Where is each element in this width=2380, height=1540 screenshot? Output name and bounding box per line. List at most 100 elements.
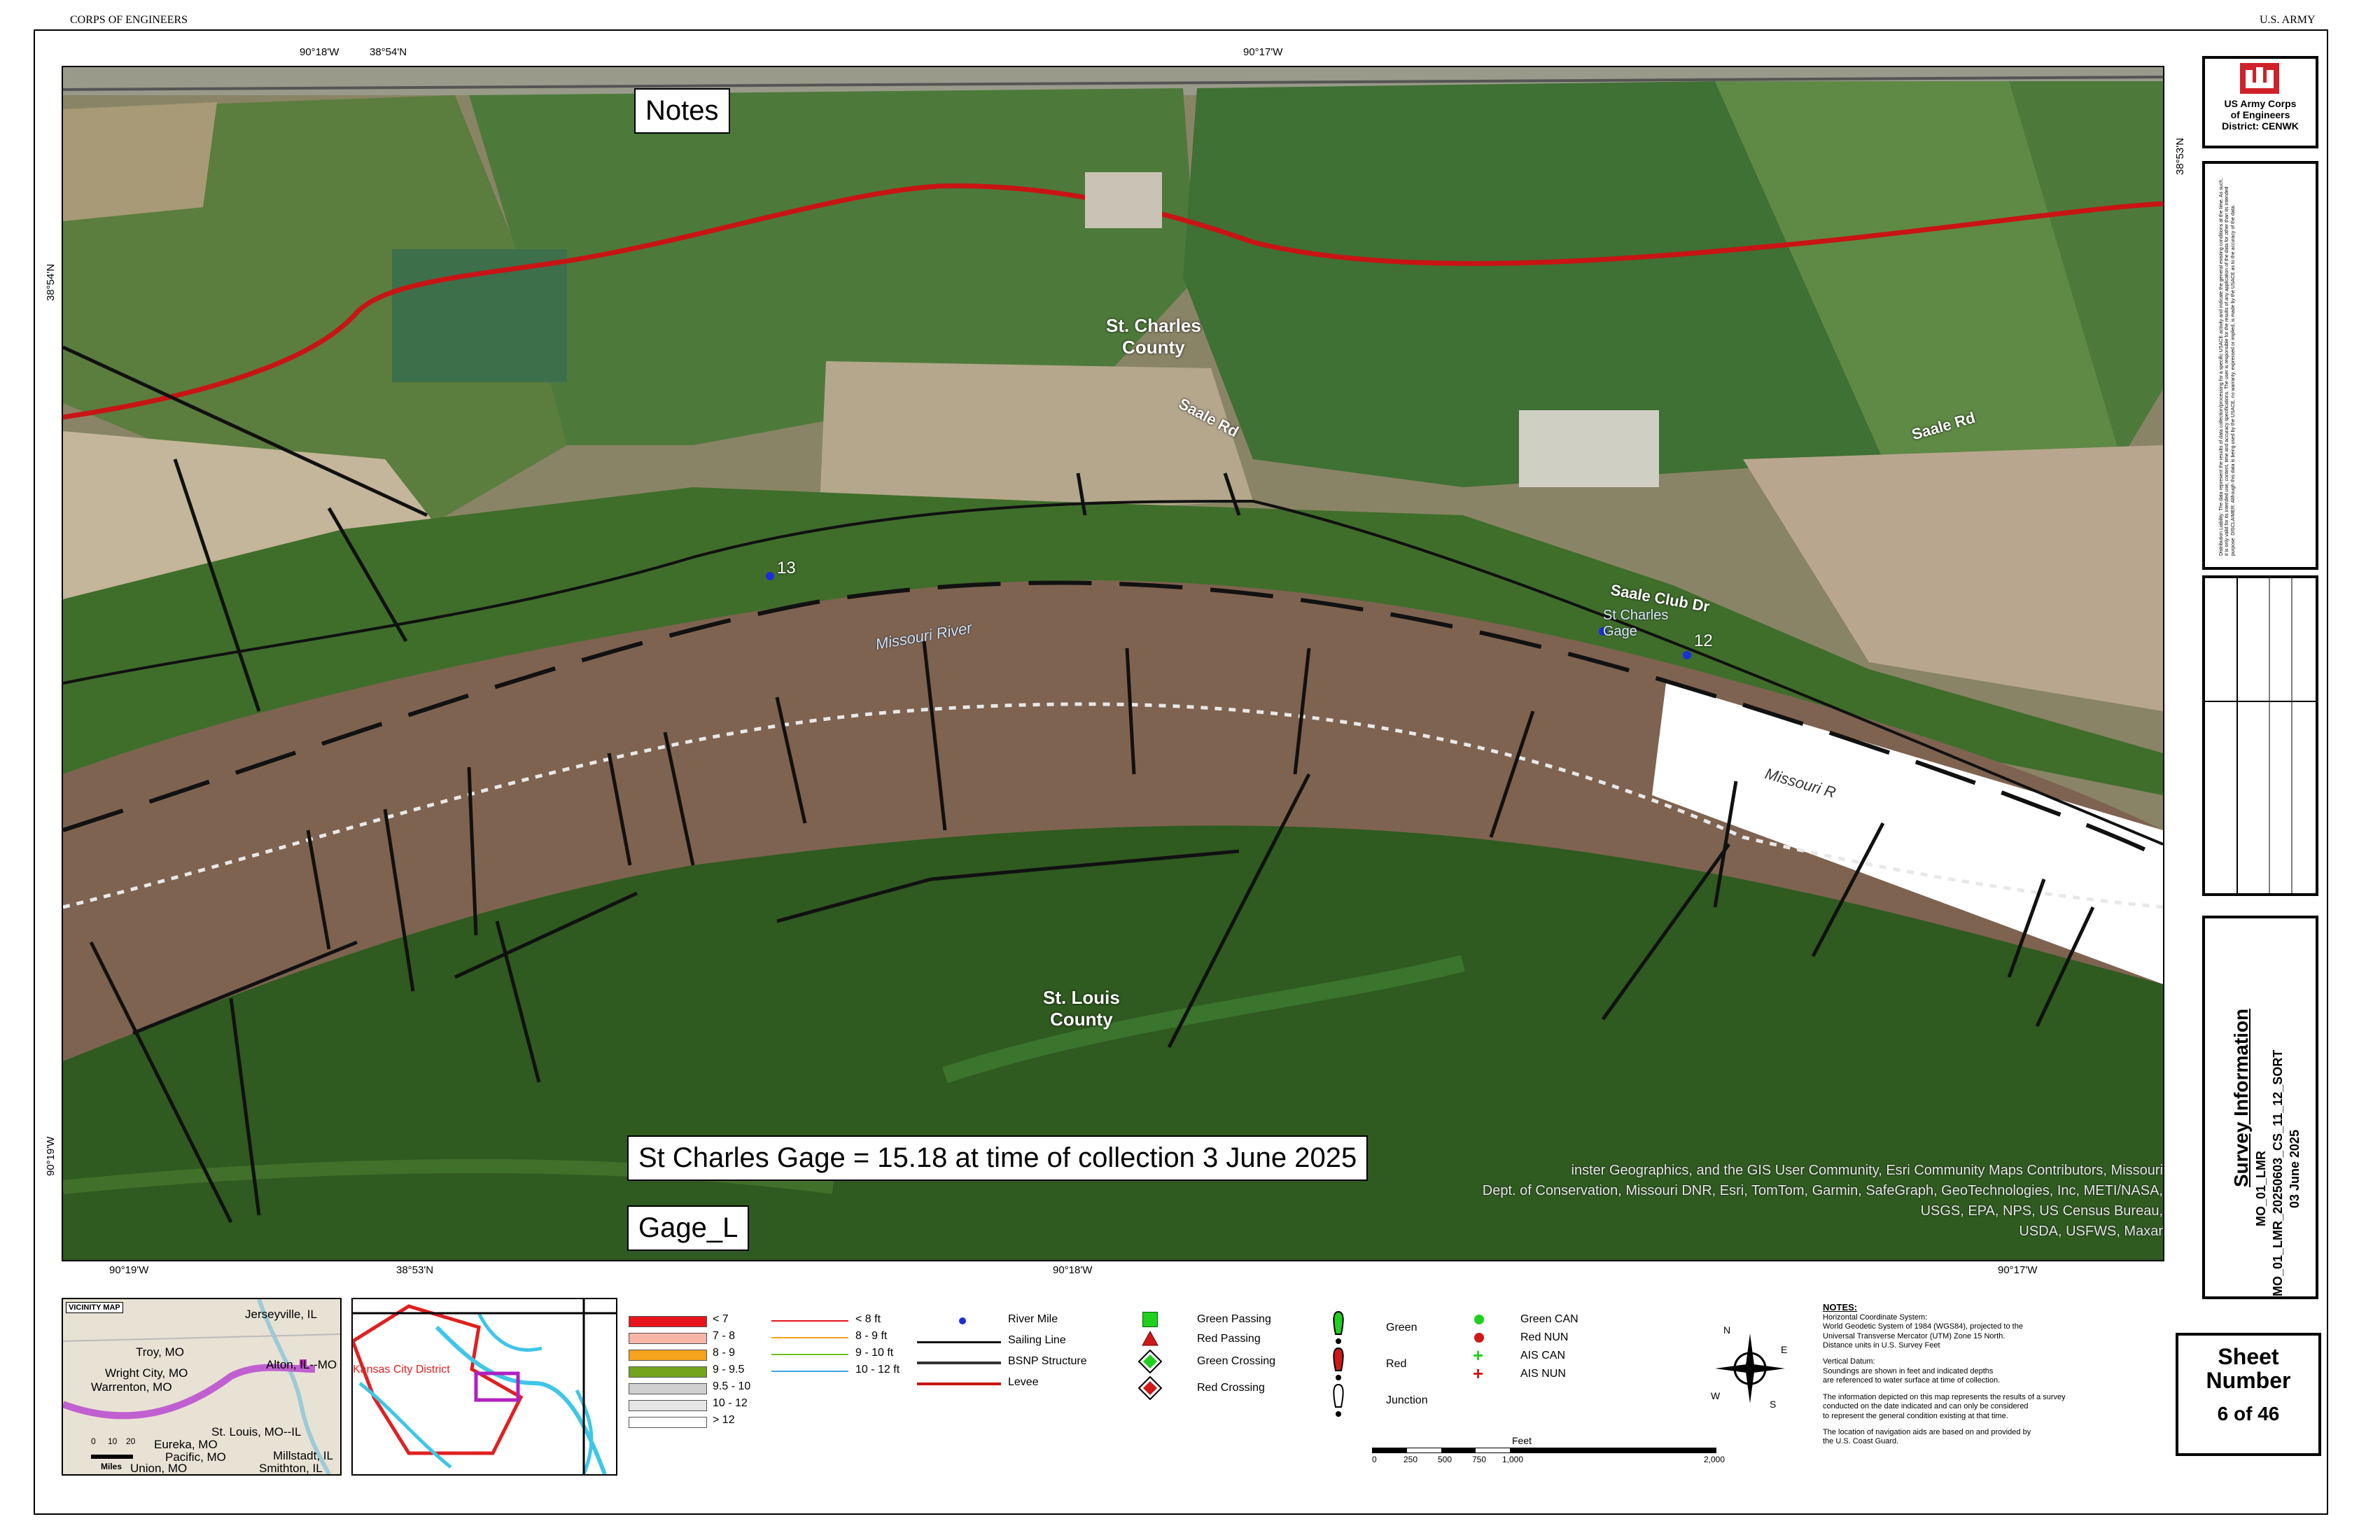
notes-panel: NOTES: Horizontal Coordinate System: Wor… [1823, 1302, 2145, 1447]
gage-layer-box: Gage_L [627, 1205, 750, 1251]
legend-red-crossing: Red Crossing [1134, 1376, 1316, 1403]
compass-rose-icon [1715, 1334, 1785, 1404]
contour-item: < 8 ft [771, 1313, 932, 1330]
depth-legend: < 7 7 - 8 8 - 9 9 - 9.5 9.5 - 10 10 - 12… [629, 1313, 769, 1431]
place-smithton: Smithton, IL [259, 1462, 323, 1475]
legend-ais-can: + AIS CAN [1473, 1345, 1566, 1366]
vicinity-title: VICINITY MAP [66, 1302, 123, 1313]
notes-box: Notes [634, 88, 730, 134]
place-union: Union, MO [130, 1462, 188, 1475]
legend-ais-nun: + AIS NUN [1473, 1363, 1566, 1384]
sheet-label: Sheet Number [2206, 1344, 2291, 1393]
header-left: CORPS OF ENGINEERS [70, 14, 188, 26]
red-triangle-icon [1142, 1330, 1158, 1346]
vicinity-inset: VICINITY MAP Jerseyville, IL Troy, MO Al… [62, 1298, 342, 1476]
place-jerseyville: Jerseyville, IL [245, 1308, 317, 1321]
junction-buoy-icon [1333, 1383, 1344, 1417]
vicinity-scale-10: 10 [108, 1436, 118, 1446]
place-millstadt: Millstadt, IL [273, 1449, 333, 1462]
survey-info-line-1: MO_01_LMR [2254, 1150, 2268, 1226]
survey-info-line-2: MO_01_LMR_20250603_CS_11_12_SORT [2271, 1049, 2285, 1296]
scale-bar: Feet 0 250 500 750 1,000 2,000 [1372, 1435, 1726, 1464]
green-buoy-icon [1333, 1310, 1344, 1344]
vicinity-scale-0: 0 [91, 1436, 96, 1446]
compass-w: W [1711, 1390, 1721, 1401]
depth-item: 7 - 8 [629, 1330, 769, 1347]
red-buoy-icon [1333, 1347, 1344, 1380]
red-plus-icon: + [1473, 1363, 1484, 1384]
st-charles-county-label: St. Charles County [1106, 315, 1201, 358]
left-tick-1: 38°54'N [45, 263, 57, 301]
place-eureka: Eureka, MO [154, 1438, 218, 1451]
legend-bsnp: BSNP Structure [917, 1355, 1127, 1376]
survey-info-panel: Survey Information MO_01_LMR MO_01_LMR_2… [2202, 916, 2318, 1299]
map-view[interactable]: St. Charles County St. Louis County Miss… [62, 66, 2164, 1261]
attribution-line-3: USDA, USFWS, Maxar [2019, 1224, 2163, 1239]
signature-grid [2205, 578, 2316, 893]
bottom-tick-4: 90°17'W [1998, 1264, 2038, 1276]
survey-info-line-3: 03 June 2025 [2288, 1129, 2302, 1208]
signature-panel [2202, 575, 2318, 896]
legend-red-nun: Red NUN [1470, 1331, 1610, 1350]
legend-river-mile: River Mile [917, 1313, 1127, 1334]
river-mile-dot-icon [959, 1317, 966, 1324]
nav-aid-legend: Green Passing Red Passing Green Crossing… [1134, 1310, 1316, 1403]
legend-levee: Levee [917, 1376, 1127, 1397]
green-diamond-icon [1138, 1350, 1162, 1373]
depth-item: < 7 [629, 1313, 769, 1330]
attribution-line-1: inster Geographics, and the GIS User Com… [1571, 1163, 2163, 1178]
district-inset: Kansas City District [351, 1298, 617, 1476]
vicinity-scale-20: 20 [126, 1436, 136, 1446]
gage-reading-box: St Charles Gage = 15.18 at time of colle… [627, 1135, 1368, 1181]
legend-buoy-junction: Junction [1330, 1383, 1470, 1420]
north-arrow: N S E W [1708, 1323, 1792, 1414]
org-name: US Army Corps of Engineers District: CEN… [2205, 98, 2316, 132]
org-line-3: District: CENWK [2222, 120, 2299, 132]
depth-item: 9 - 9.5 [629, 1364, 769, 1380]
legend-red-passing: Red Passing [1134, 1330, 1316, 1350]
compass-s: S [1770, 1399, 1777, 1410]
green-square-icon [1142, 1312, 1158, 1327]
green-plus-icon: + [1473, 1345, 1484, 1366]
district-label: Kansas City District [353, 1364, 450, 1376]
can-nun-legend: Green CAN Red NUN + AIS CAN + AIS NUN [1470, 1313, 1610, 1386]
legend-buoy-green: Green [1330, 1310, 1470, 1347]
river-mile-12-marker [1683, 651, 1691, 659]
line-legend: River Mile Sailing Line BSNP Structure L… [917, 1313, 1127, 1397]
compass-n: N [1723, 1324, 1731, 1336]
place-warrenton: Warrenton, MO [91, 1380, 172, 1394]
aerial-map [63, 67, 2163, 1260]
red-diamond-icon [1138, 1376, 1162, 1400]
sheet-number: 6 of 46 [2217, 1403, 2280, 1424]
notes-title: NOTES: [1823, 1302, 1858, 1312]
top-tick-3: 90°17'W [1243, 46, 1283, 58]
place-alton: Alton, IL--MO [266, 1358, 337, 1371]
st-louis-county-label: St. Louis County [1043, 987, 1120, 1030]
depth-item: 8 - 9 [629, 1347, 769, 1364]
survey-info-title: Survey Information [2230, 1008, 2252, 1187]
river-mile-13-marker [766, 572, 774, 580]
place-wright-city: Wright City, MO [105, 1366, 188, 1380]
header-right: U.S. ARMY [2260, 14, 2316, 26]
legend-buoy-red: Red [1330, 1347, 1470, 1383]
castle-logo-icon [2240, 63, 2279, 94]
vicinity-scale-unit: Miles [101, 1462, 122, 1471]
contour-item: 10 - 12 ft [771, 1364, 932, 1380]
vicinity-scale-bar [91, 1455, 133, 1459]
contour-legend: < 8 ft 8 - 9 ft 9 - 10 ft 10 - 12 ft [771, 1313, 932, 1380]
district-map-graphic [353, 1299, 616, 1474]
buoy-legend: Green Red Junction [1330, 1310, 1470, 1420]
bottom-tick-2: 38°53'N [396, 1264, 434, 1276]
scale-unit: Feet [1512, 1435, 1532, 1446]
compass-e: E [1781, 1344, 1788, 1355]
legend-sailing-line: Sailing Line [917, 1334, 1127, 1355]
right-tick-1: 38°53'N [2174, 137, 2186, 175]
map-attribution: inster Geographics, and the GIS User Com… [1456, 1161, 2163, 1242]
org-line-2: of Engineers [2230, 109, 2290, 121]
st-charles-gage-label: St Charles Gage [1603, 608, 1669, 639]
legend-green-crossing: Green Crossing [1134, 1350, 1316, 1376]
top-tick-2: 38°54'N [370, 46, 407, 58]
disclaimer-panel: Distribution Liability: The data represe… [2202, 161, 2318, 570]
scale-bar-graphic [1372, 1448, 1716, 1453]
legend-green-passing: Green Passing [1134, 1310, 1316, 1330]
